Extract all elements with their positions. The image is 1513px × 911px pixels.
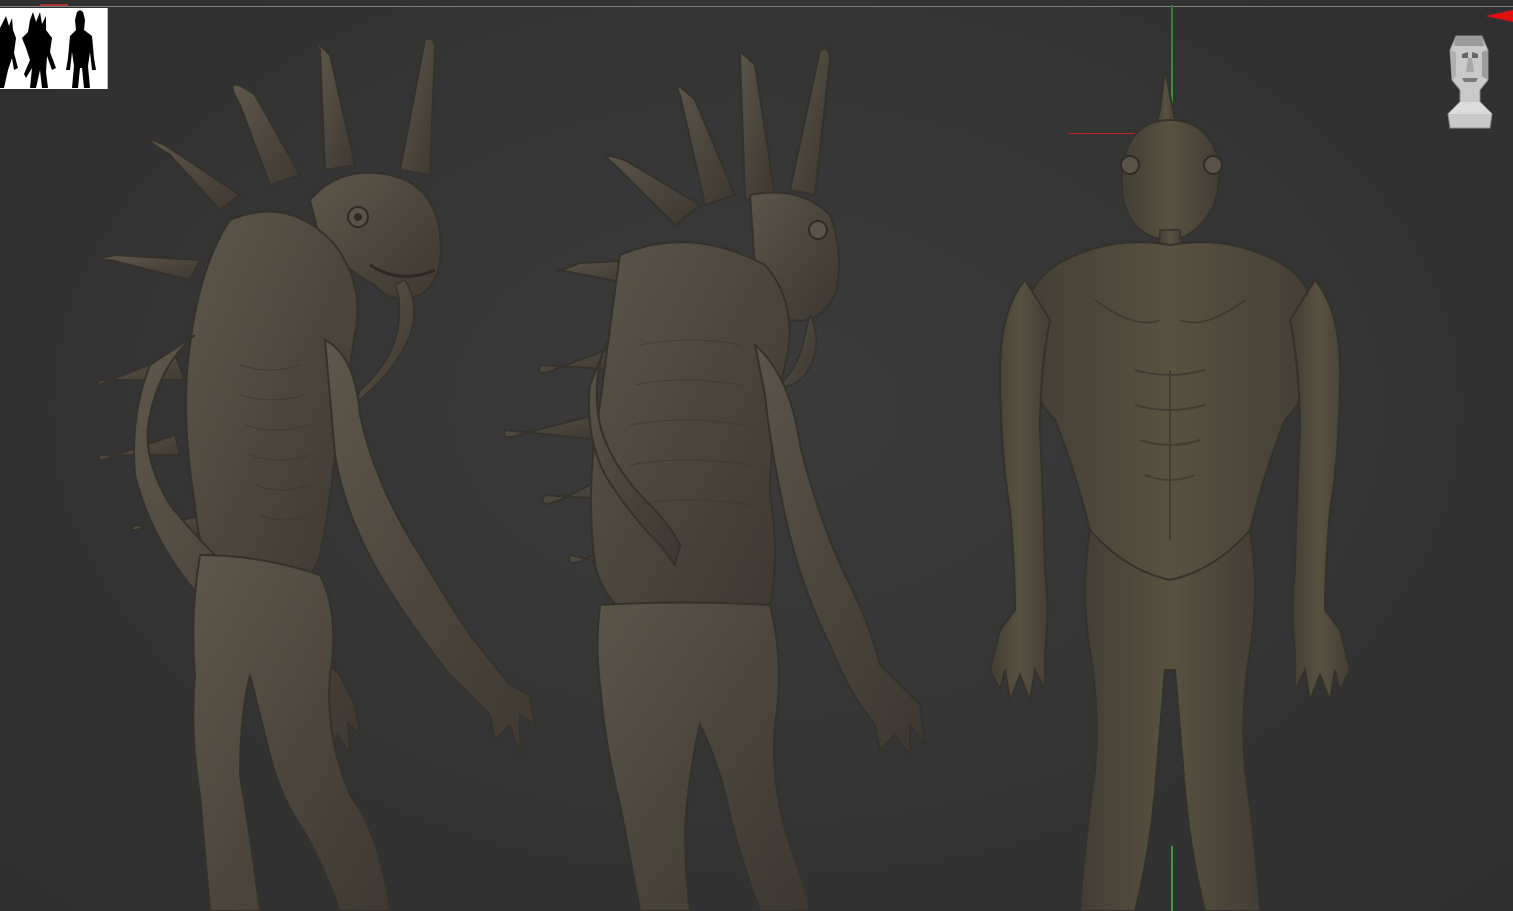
head-orientation-icon[interactable] (1440, 30, 1498, 130)
creature-view-front[interactable] (985, 69, 1360, 911)
red-arrow-icon[interactable] (1485, 10, 1513, 22)
creature-eye-right (1203, 155, 1223, 175)
creature-eye-left (1120, 155, 1140, 175)
creature-view-three-quarter-back[interactable] (500, 45, 950, 911)
creature-view-three-quarter-front[interactable] (90, 35, 570, 911)
creature-eye (808, 220, 828, 240)
canvas-top-border (0, 6, 1513, 7)
3d-viewport[interactable] (0, 0, 1513, 911)
red-marker-tick (40, 4, 68, 6)
